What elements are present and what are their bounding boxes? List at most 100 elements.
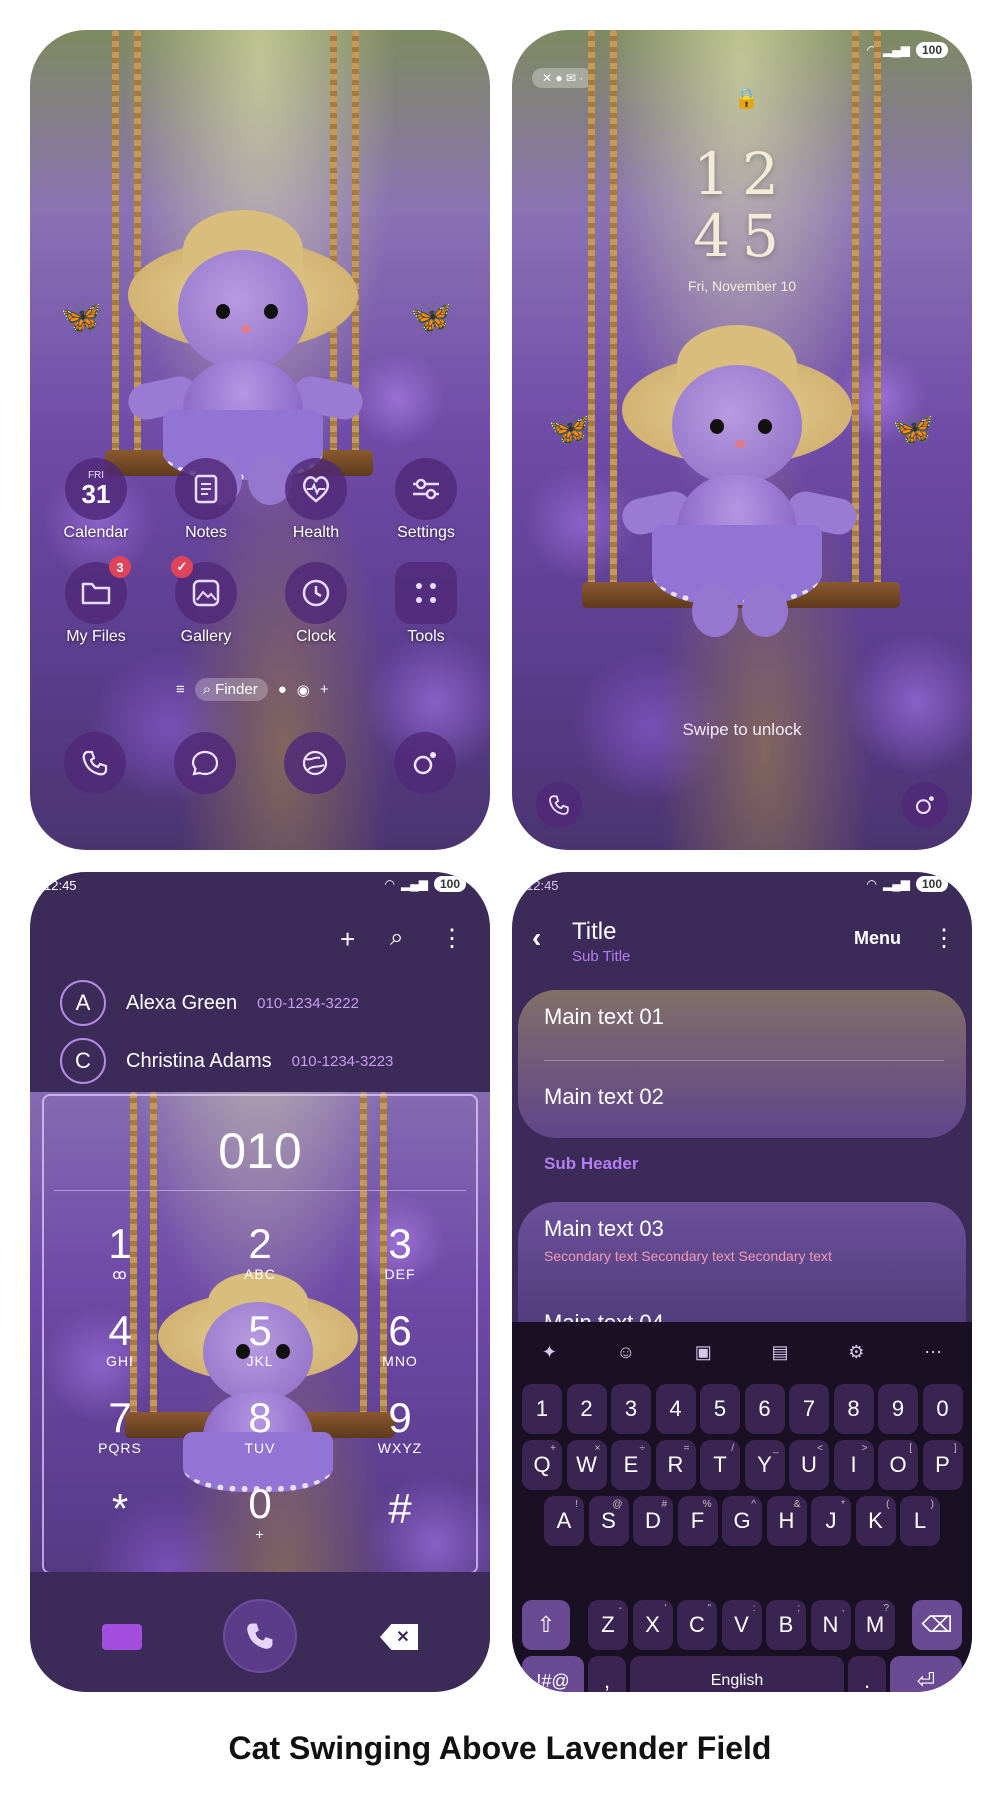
back-icon[interactable]: ‹ [532,922,541,954]
key-7[interactable]: 7 [789,1384,829,1434]
space-bar[interactable]: English [630,1656,844,1692]
page-dot-active-icon[interactable]: ◉ [297,681,310,699]
symbols-key[interactable]: !#@ [522,1656,584,1692]
key-j[interactable]: J * [811,1496,851,1546]
app-clock[interactable]: Clock [268,562,364,646]
page-dot-icon[interactable]: ● [278,681,287,698]
app-gallery[interactable]: ✓ Gallery [158,556,254,646]
search-icon[interactable]: ⌕ [390,924,403,952]
key-0[interactable]: 0 [922,1384,963,1434]
list-item-main[interactable]: Main text 04 [544,1310,664,1322]
key-d[interactable]: D # [633,1496,673,1546]
key-9[interactable]: 9 [878,1384,918,1434]
dial-key-hash[interactable]: # [345,1487,455,1531]
add-page-icon[interactable]: + [320,681,329,698]
app-health[interactable]: Health [268,458,364,542]
key-z[interactable]: Z- [588,1600,628,1650]
key-q[interactable]: Q + [522,1440,562,1490]
key-u[interactable]: U < [789,1440,829,1490]
app-settings[interactable]: Settings [378,458,474,542]
clipboard-icon[interactable]: ▤ [772,1342,789,1363]
dial-key-9[interactable]: 9 WXYZ [345,1396,455,1457]
sticker-icon[interactable]: ▣ [695,1342,712,1363]
swipe-to-unlock[interactable]: Swipe to unlock [512,720,972,740]
app-tools[interactable]: Tools [378,562,474,646]
key-e[interactable]: E ÷ [611,1440,651,1490]
gear-icon[interactable]: ⚙ [848,1342,864,1363]
key-v[interactable]: V: [721,1600,762,1650]
menu-button[interactable]: Menu [854,928,901,949]
dial-key-6[interactable]: 6 MNO [345,1309,455,1370]
key-6[interactable]: 6 [744,1384,785,1434]
app-notes[interactable]: Notes [158,458,254,542]
delete-icon[interactable]: ⌫ [912,1600,962,1650]
camera-icon[interactable] [902,782,948,828]
dial-key-7[interactable]: 7 PQRS [65,1396,175,1457]
key-t[interactable]: T / [700,1440,740,1490]
dial-key-star[interactable]: * [65,1487,175,1531]
list-item-main[interactable]: Main text 03 [544,1216,664,1242]
app-my-files[interactable]: 3 My Files [48,556,144,646]
internet-icon[interactable] [284,732,346,794]
key-x[interactable]: X ' [632,1600,673,1650]
more-options-icon[interactable]: ⋮ [440,924,464,953]
emoji-icon[interactable]: ☺ [617,1342,635,1363]
key-w[interactable]: W × [566,1440,607,1490]
camera-icon[interactable] [394,732,456,794]
dial-key-8[interactable]: 8 TUV [205,1396,315,1457]
key-l[interactable]: L) [900,1496,940,1546]
dial-key-1[interactable]: 1ꝏ [65,1222,175,1283]
dial-key-3[interactable]: 3 DEF [345,1222,455,1283]
app-calendar[interactable]: FRI 31 Calendar [48,458,144,542]
key-k[interactable]: K( [855,1496,896,1546]
dial-key-2[interactable]: 2 ABC [205,1222,315,1283]
messages-icon[interactable] [174,732,236,794]
enter-icon[interactable]: ⏎ [890,1656,962,1692]
key-p[interactable]: P] [922,1440,963,1490]
key-i[interactable]: I > [833,1440,874,1490]
key-y[interactable]: Y _ [744,1440,785,1490]
contact-avatar: A [60,980,106,1026]
key-o[interactable]: O[ [878,1440,918,1490]
key-5[interactable]: 5 [700,1384,740,1434]
more-options-icon[interactable]: ⋮ [932,924,956,953]
phone-icon[interactable] [64,732,126,794]
shift-icon[interactable]: ⇧ [522,1600,570,1650]
key-label: 2 [580,1396,593,1421]
add-icon[interactable]: + [340,924,355,955]
finder-search[interactable]: ⌕ Finder [194,678,268,701]
contact-suggestion[interactable]: A Alexa Green 010-1234-3222 [60,980,359,1026]
finder-bar[interactable]: ≡ ⌕ Finder ● ◉ + [176,678,329,701]
call-button[interactable] [223,1599,297,1673]
ai-icon[interactable]: ✦ [542,1342,557,1363]
dial-key-0[interactable]: 0 + [205,1482,315,1543]
key-b[interactable]: B; [766,1600,806,1650]
comma-key[interactable]: , [588,1656,626,1692]
key-3[interactable]: 3 [611,1384,651,1434]
key-1[interactable]: 1 [522,1384,562,1434]
list-item-main[interactable]: Main text 02 [544,1084,664,1110]
key-c[interactable]: C " [677,1600,717,1650]
key-m[interactable]: M? [855,1600,895,1650]
key-8[interactable]: 8 [833,1384,874,1434]
key-s[interactable]: S @ [588,1496,629,1546]
key-g[interactable]: G ^ [722,1496,762,1546]
video-call-icon[interactable] [102,1624,142,1650]
key-r[interactable]: R = [655,1440,696,1490]
dial-key-5[interactable]: 5 JKL [205,1309,315,1370]
contact-suggestion[interactable]: C Christina Adams 010-1234-3223 [60,1038,393,1084]
period-key[interactable]: . [848,1656,886,1692]
key-hint: ^ [751,1499,756,1510]
key-2[interactable]: 2 [566,1384,607,1434]
list-item-main[interactable]: Main text 01 [544,1004,664,1030]
dial-key-4[interactable]: 4 GHI [65,1309,175,1370]
key-4[interactable]: 4 [655,1384,696,1434]
phone-icon[interactable] [536,782,582,828]
menu-icon[interactable]: ≡ [176,681,185,698]
more-icon[interactable]: ⋯ [924,1342,942,1363]
key-f[interactable]: F% [677,1496,718,1546]
key-a[interactable]: A! [544,1496,584,1546]
key-n[interactable]: N, [810,1600,851,1650]
key-h[interactable]: H & [766,1496,807,1546]
key-label: Q [533,1452,551,1477]
